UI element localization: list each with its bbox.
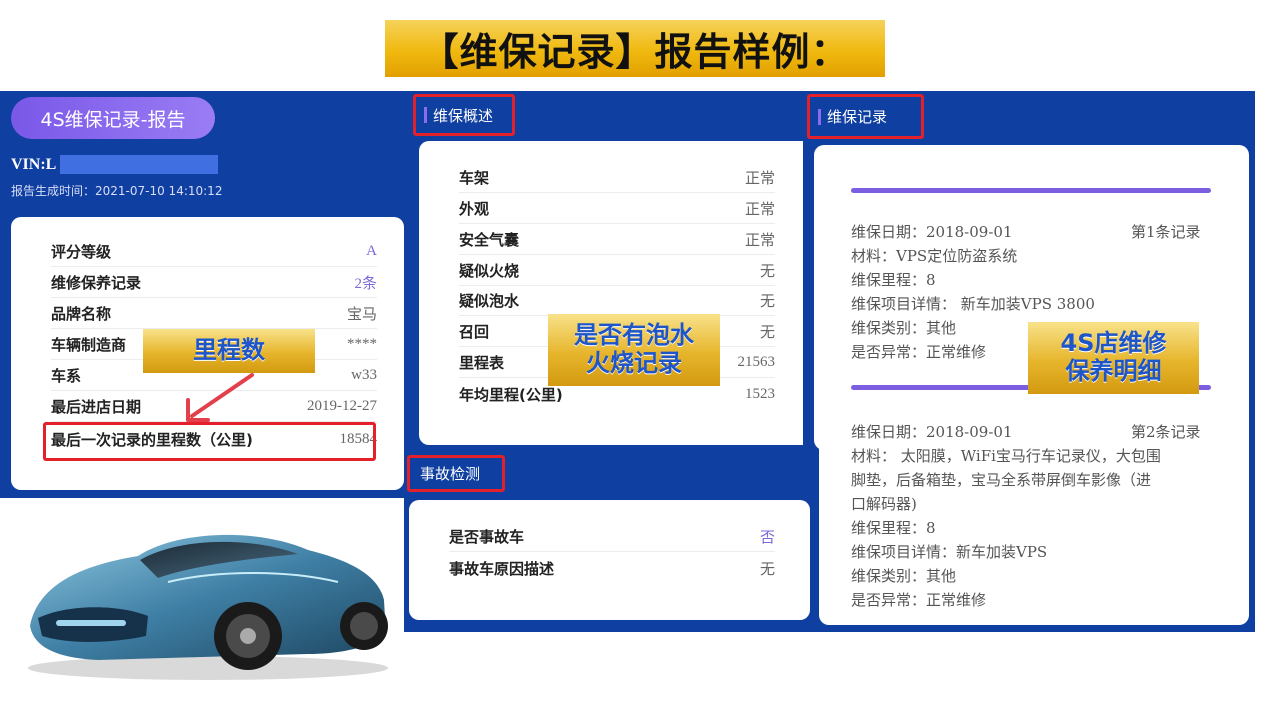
record-material-continued: 脚垫，后备箱垫，宝马全系带屏倒车影像（进 (851, 471, 1152, 489)
accident-value: 否 (759, 530, 775, 546)
info-value: **** (347, 336, 377, 352)
info-row-grade: 评分等级 A (51, 237, 377, 267)
info-value: 2条 (354, 276, 377, 292)
record-mileage: 维保里程：8 (851, 271, 936, 289)
record-abnormal: 是否异常：正常维修 (851, 343, 987, 361)
report-generated-time: 报告生成时间：2021-07-10 14:10:12 (11, 184, 223, 198)
record-index: 第1条记录 (1131, 223, 1201, 241)
overview-value: 1523 (745, 385, 775, 402)
overview-section-tag: 维保概述 (413, 94, 515, 136)
accident-value: 无 (759, 561, 775, 578)
accent-bar (424, 107, 427, 123)
overview-label: 疑似泡水 (459, 292, 520, 310)
record-project: 维保项目详情： 新车加装VPS 3800 (851, 295, 1095, 313)
report-title-pill: 4S维保记录-报告 (11, 97, 215, 139)
overview-row-airbag: 安全气囊 正常 (459, 225, 775, 255)
overview-value: 正常 (744, 202, 775, 218)
info-row-records: 维修保养记录 2条 (51, 268, 377, 298)
flood-fire-tag: 是否有泡水 火烧记录 (548, 314, 720, 386)
overview-label: 车架 (459, 169, 490, 187)
info-label: 评分等级 (51, 243, 112, 261)
record-project: 维保项目详情：新车加装VPS (851, 543, 1048, 561)
flood-fire-tag-line1: 是否有泡水 (574, 321, 694, 350)
overview-row-frame: 车架 正常 (459, 163, 775, 193)
record-material: 材料：VPS定位防盗系统 (851, 247, 1018, 265)
mileage-tag: 里程数 (143, 329, 315, 373)
record-category: 维保类别：其他 (851, 567, 957, 585)
maintenance-detail-tag-line1: 4S店维修 (1060, 329, 1167, 358)
info-value: w33 (351, 367, 377, 383)
accident-section-label: 事故检测 (420, 465, 481, 483)
overview-value: 无 (759, 294, 775, 310)
accident-label: 是否事故车 (449, 528, 525, 546)
record-index: 第2条记录 (1131, 423, 1201, 441)
overview-value: 无 (759, 264, 775, 280)
record-date: 维保日期：2018-09-01 (851, 423, 1013, 441)
overview-label: 安全气囊 (459, 231, 520, 249)
info-label: 车辆制造商 (51, 336, 127, 354)
car-image (28, 534, 388, 680)
overview-label: 疑似火烧 (459, 262, 520, 280)
accent-bar (818, 108, 821, 125)
record-category: 维保类别：其他 (851, 319, 957, 337)
overview-row-exterior: 外观 正常 (459, 194, 775, 224)
overview-row-fire: 疑似火烧 无 (459, 256, 775, 286)
overview-row-flood: 疑似泡水 无 (459, 286, 775, 316)
maintenance-detail-tag-line2: 保养明细 (1065, 357, 1162, 385)
vin-redaction (60, 155, 218, 174)
maintenance-detail-tag: 4S店维修 保养明细 (1028, 322, 1199, 394)
record-divider (851, 188, 1211, 193)
accident-row-is-accident: 是否事故车 否 (449, 522, 775, 552)
overview-value: 正常 (744, 233, 775, 249)
info-row-brand: 品牌名称 宝马 (51, 299, 377, 329)
accident-section-tag: 事故检测 (407, 455, 505, 492)
vin-label: VIN:L (11, 156, 57, 173)
overview-value: 正常 (744, 171, 775, 187)
flood-fire-tag-line2: 火烧记录 (586, 349, 682, 377)
overview-value: 21563 (737, 354, 776, 370)
record-date: 维保日期：2018-09-01 (851, 223, 1013, 241)
arrow-icon (186, 373, 254, 422)
accident-card: 是否事故车 否 事故车原因描述 无 (409, 500, 810, 620)
overview-label: 召回 (459, 323, 490, 341)
overview-label: 外观 (459, 200, 490, 218)
page-title: 【维保记录】报告样例： (385, 20, 885, 77)
car-illustration (8, 508, 393, 685)
overview-section-label: 维保概述 (433, 106, 494, 125)
records-section-tag: 维保记录 (807, 94, 924, 139)
accident-label: 事故车原因描述 (449, 559, 555, 578)
info-value: 宝马 (346, 307, 377, 323)
overview-value: 无 (759, 325, 775, 341)
info-label: 维修保养记录 (51, 274, 142, 292)
overview-card: 车架 正常 外观 正常 安全气囊 正常 疑似火烧 无 疑似泡水 无 召回 无 里… (419, 141, 803, 445)
records-section-label: 维保记录 (827, 108, 888, 126)
overview-label: 年均里程(公里) (459, 385, 563, 404)
record-abnormal: 是否异常：正常维修 (851, 591, 987, 609)
info-value: A (366, 243, 377, 259)
overview-label: 里程表 (459, 354, 505, 372)
info-label: 最后进店日期 (51, 398, 142, 416)
accident-row-reason: 事故车原因描述 无 (449, 553, 775, 583)
record-mileage: 维保里程：8 (851, 519, 936, 537)
info-label: 车系 (51, 367, 82, 385)
record-card-2: 维保日期：2018-09-01 第2条记录 材料： 太阳膜，WiFi宝马行车记录… (819, 405, 1249, 625)
record-material-continued: 口解码器) (851, 495, 917, 513)
info-value: 2019-12-27 (307, 398, 377, 414)
record-material: 材料： 太阳膜，WiFi宝马行车记录仪，大包围 (851, 447, 1161, 465)
info-label: 品牌名称 (51, 305, 112, 323)
